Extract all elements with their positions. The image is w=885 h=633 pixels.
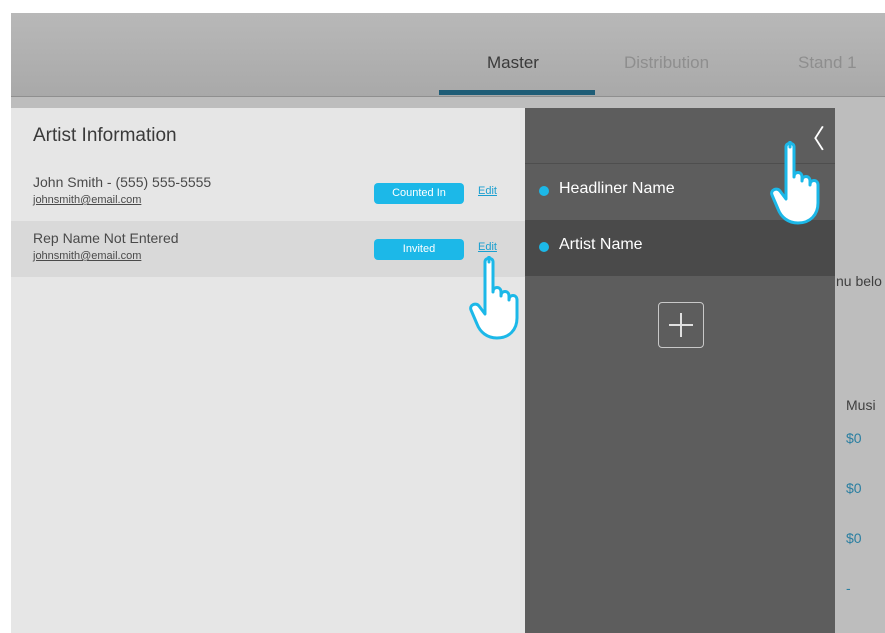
background-partial-text: nu belo — [836, 273, 882, 289]
plus-icon — [669, 313, 693, 337]
artist-row: John Smith - (555) 555-5555 johnsmith@em… — [11, 165, 525, 221]
background-amount: - — [846, 580, 851, 596]
background-amount: $0 — [846, 480, 862, 496]
artist-information-panel: Artist Information John Smith - (555) 55… — [11, 108, 525, 633]
tab-bar: Master Distribution Stand 1 — [11, 13, 885, 97]
tab-stand-1[interactable]: Stand 1 — [798, 53, 857, 73]
active-tab-indicator — [439, 90, 595, 95]
pointing-hand-icon — [770, 141, 820, 225]
panel-title: Artist Information — [33, 125, 177, 146]
background-column-header: Musi — [846, 397, 876, 413]
pointing-hand-icon — [469, 256, 519, 340]
artist-row: Rep Name Not Entered johnsmith@email.com… — [11, 221, 525, 277]
add-artist-button[interactable] — [658, 302, 704, 348]
status-badge: Counted In — [374, 183, 464, 204]
artist-row-name: Rep Name Not Entered — [33, 230, 179, 246]
background-content: nu belo Musi $0 $0 $0 - — [835, 108, 885, 633]
artist-row-email[interactable]: johnsmith@email.com — [33, 194, 141, 206]
tab-master[interactable]: Master — [487, 53, 539, 73]
list-item-label: Headliner Name — [559, 180, 675, 197]
edit-link[interactable]: Edit — [478, 241, 497, 253]
list-item-artist-name[interactable]: Artist Name — [525, 220, 835, 276]
background-amount: $0 — [846, 530, 862, 546]
status-dot — [539, 242, 549, 252]
tab-distribution[interactable]: Distribution — [624, 53, 709, 73]
artist-row-email[interactable]: johnsmith@email.com — [33, 250, 141, 262]
status-badge: Invited — [374, 239, 464, 260]
status-dot — [539, 186, 549, 196]
list-item-label: Artist Name — [559, 236, 643, 253]
edit-link[interactable]: Edit — [478, 185, 497, 197]
background-amount: $0 — [846, 430, 862, 446]
artist-row-name: John Smith - (555) 555-5555 — [33, 174, 212, 190]
app-frame: Master Distribution Stand 1 nu belo Musi… — [11, 13, 885, 633]
